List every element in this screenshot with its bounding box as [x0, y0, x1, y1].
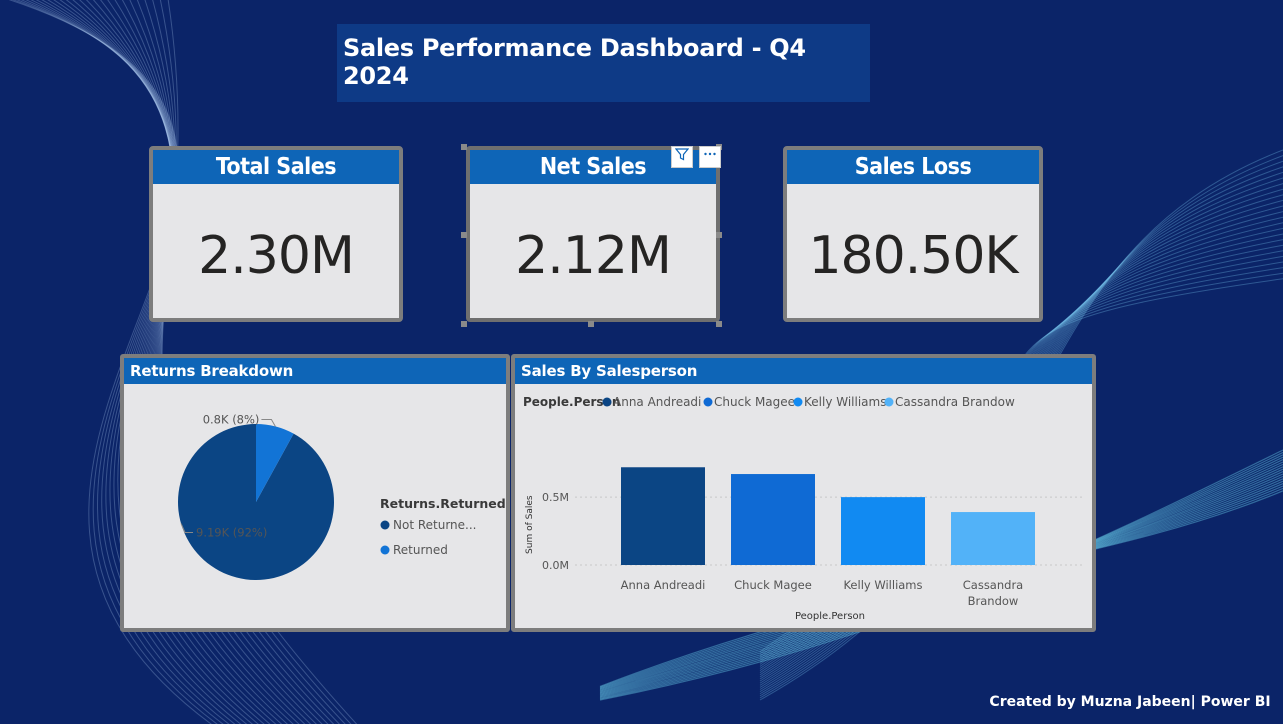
kpi-value: 2.12M: [515, 226, 672, 286]
bar: [841, 497, 925, 565]
legend-swatch-returned: [380, 545, 390, 555]
kpi-card-net-sales[interactable]: Net Sales 2.12M: [466, 146, 720, 322]
legend-swatch: [884, 397, 894, 407]
pie-legend-title: Returns.Returned: [380, 496, 506, 511]
x-tick-label: Chuck Magee: [734, 578, 812, 592]
resize-handle[interactable]: [716, 321, 722, 327]
filter-icon[interactable]: [671, 146, 693, 168]
returns-breakdown-panel[interactable]: Returns Breakdown 9.19K (92%) 0.8K (8%) R…: [120, 354, 510, 632]
kpi-label: Sales Loss: [787, 150, 1039, 184]
pie-data-label: 0.8K (8%): [203, 412, 260, 426]
legend-item-not-returned[interactable]: Not Returne...: [393, 518, 476, 532]
bar-legend-item: Kelly Williams: [804, 395, 886, 409]
panel-title: Returns Breakdown: [124, 358, 506, 384]
legend-swatch: [703, 397, 713, 407]
x-tick-label: Kelly Williams: [843, 578, 922, 592]
sales-bar-chart: People.Person Anna Andreadi Chuck Magee Kel…: [523, 395, 1085, 622]
title-box: Sales Performance Dashboard - Q4 2024: [337, 24, 870, 102]
resize-handle[interactable]: [461, 144, 467, 150]
resize-handle[interactable]: [716, 232, 722, 238]
legend-swatch: [602, 397, 612, 407]
legend-swatch: [793, 397, 803, 407]
kpi-label: Total Sales: [153, 150, 399, 184]
x-axis-title: People.Person: [795, 611, 865, 622]
dashboard-title: Sales Performance Dashboard - Q4 2024: [343, 34, 806, 90]
bar: [621, 467, 705, 565]
resize-handle[interactable]: [588, 321, 594, 327]
kpi-value: 2.30M: [198, 226, 355, 286]
bar-legend-item: Anna Andreadi: [613, 395, 701, 409]
y-axis-title: Sum of Sales: [525, 495, 535, 554]
bar-legend-item: Chuck Magee: [714, 395, 795, 409]
x-tick-label: Brandow: [968, 594, 1019, 608]
resize-handle[interactable]: [461, 321, 467, 327]
filter-icon-glyph: [674, 148, 690, 161]
y-tick-label: 0.0M: [542, 559, 569, 572]
panel-title: Sales By Salesperson: [515, 358, 1092, 384]
legend-swatch-not-returned: [380, 520, 390, 530]
more-options-icon[interactable]: [699, 146, 721, 168]
kpi-card-sales-loss[interactable]: Sales Loss 180.50K: [783, 146, 1043, 322]
kpi-value: 180.50K: [808, 226, 1018, 286]
kpi-card-total-sales[interactable]: Total Sales 2.30M: [149, 146, 403, 322]
footer-credit: Created by Muzna Jabeen| Power BI: [981, 686, 1279, 718]
x-tick-label: Cassandra: [963, 578, 1023, 592]
resize-handle[interactable]: [461, 232, 467, 238]
pie-data-label: 9.19K (92%): [196, 525, 267, 539]
sales-by-salesperson-panel[interactable]: Sales By Salesperson People.Person Anna A…: [511, 354, 1096, 632]
bar: [951, 512, 1035, 565]
legend-item-returned[interactable]: Returned: [393, 543, 448, 557]
bar: [731, 474, 815, 565]
returns-pie-chart: 9.19K (92%) 0.8K (8%) Returns.Returned No…: [178, 412, 506, 580]
y-tick-label: 0.5M: [542, 491, 569, 504]
more-options-icon-glyph: [704, 152, 716, 156]
bar-legend-item: Cassandra Brandow: [895, 395, 1015, 409]
x-tick-label: Anna Andreadi: [621, 578, 706, 592]
